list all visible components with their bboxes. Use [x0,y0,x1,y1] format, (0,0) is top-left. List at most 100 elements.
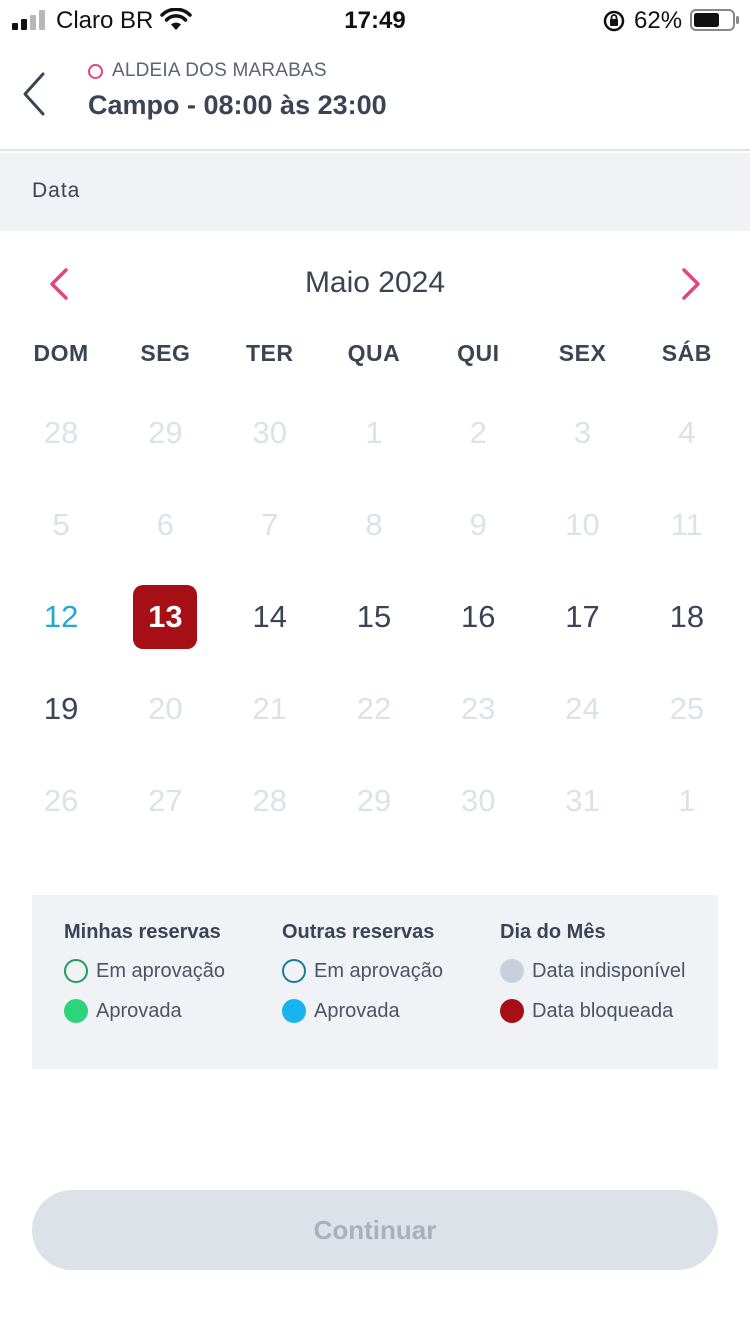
calendar-day: 10 [530,479,634,571]
calendar-week-row: 19 20 21 22 23 24 25 [9,663,739,755]
filled-circle-icon [500,959,524,983]
calendar-day-number: 5 [52,507,70,542]
calendar-day-number: 1 [678,783,696,818]
calendar-day[interactable]: 13 [113,571,217,663]
calendar-week-row: 26 27 28 29 30 31 1 [9,755,739,847]
calendar-day[interactable]: 16 [426,571,530,663]
calendar-grid: 28 29 30 1 2 3 4 5 6 7 8 9 10 11 12 13 14 15 16 17 18 19 20 21 2… [9,387,739,847]
calendar-day: 26 [9,755,113,847]
calendar-day-number: 28 [252,783,287,818]
calendar-day: 22 [322,663,426,755]
legend-item-label: Aprovada [96,999,182,1022]
calendar-day: 27 [113,755,217,847]
legend-title: Dia do Mês [500,921,606,943]
filled-circle-icon [500,999,524,1023]
next-month-icon[interactable] [676,266,706,302]
legend-item-unavailable: Data indisponível [500,951,685,991]
venue-row: ALDEIA DOS MARABAS [88,60,327,82]
calendar-day-number: 18 [669,599,705,634]
calendar-day[interactable]: 15 [322,571,426,663]
filled-circle-icon [64,999,88,1023]
calendar-day-number: 21 [252,691,287,726]
legend-item-label: Em aprovação [96,959,225,982]
calendar-week-row: 12 13 14 15 16 17 18 [9,571,739,663]
calendar-day-number: 9 [469,507,487,542]
outline-circle-icon [64,959,88,983]
calendar-day-number: 27 [148,783,183,818]
calendar-day-number: 3 [573,415,592,450]
calendar-day: 11 [635,479,739,571]
calendar-day: 29 [113,387,217,479]
legend-item-label: Data indisponível [532,959,686,982]
orientation-lock-icon [603,10,625,32]
calendar-day-number: 8 [365,507,383,542]
calendar-month-label: Maio 2024 [304,266,446,299]
calendar-day: 6 [113,479,217,571]
calendar-navigation: Maio 2024 [0,262,750,306]
date-section-header: Data [0,153,750,231]
calendar-day-number: 25 [669,691,705,726]
battery-percentage: 62% [634,7,683,34]
battery-icon [690,9,739,31]
weekday-header: DOM SEG TER QUA QUI SEX SÁB [9,340,739,367]
calendar-day: 30 [426,755,530,847]
calendar-day-number: 24 [565,691,600,726]
calendar-day: 20 [113,663,217,755]
legend-item-other-approved: Aprovada [282,991,443,1031]
calendar-day: 7 [218,479,322,571]
calendar-day: 4 [635,387,739,479]
status-bar: Claro BR 17:49 62% [0,0,750,40]
calendar-day-number: 31 [565,783,600,818]
calendar-day-number: 26 [43,783,79,818]
legend-item-label: Aprovada [314,999,400,1022]
calendar-day-number: 29 [148,415,183,450]
legend-item-blocked: Data bloqueada [500,991,685,1031]
legend-title: Minhas reservas [64,921,221,943]
calendar-day: 31 [530,755,634,847]
calendar-day-number: 30 [252,415,287,450]
calendar-day: 28 [218,755,322,847]
calendar-legend: Minhas reservas Em aprovação Aprovada Ou… [32,895,718,1069]
legend-item-my-pending: Em aprovação [64,951,225,991]
calendar-day-number: 10 [565,507,600,542]
calendar-day[interactable]: 14 [218,571,322,663]
calendar-day: 21 [218,663,322,755]
calendar-week-row: 28 29 30 1 2 3 4 [9,387,739,479]
calendar-day[interactable]: 17 [530,571,634,663]
legend-item-my-approved: Aprovada [64,991,225,1031]
calendar-day: 9 [426,479,530,571]
calendar-day-number: 13 [133,585,198,649]
legend-day-of-month: Dia do Mês Data indisponível Data bloque… [500,921,685,1031]
calendar-day[interactable]: 19 [9,663,113,755]
calendar-day-number: 15 [356,599,392,634]
filled-circle-icon [282,999,306,1023]
calendar-day-number: 23 [461,691,496,726]
continue-button[interactable]: Continuar [32,1190,718,1270]
calendar-day[interactable]: 12 [9,571,113,663]
outline-circle-icon [282,959,306,983]
calendar-day: 30 [218,387,322,479]
calendar-day: 24 [530,663,634,755]
legend-item-label: Em aprovação [314,959,443,982]
calendar-day: 28 [9,387,113,479]
calendar-day-number: 12 [43,599,79,634]
calendar-day: 5 [9,479,113,571]
calendar-day-number: 4 [678,415,696,450]
calendar-day-number: 14 [252,599,287,634]
legend-my-reservations: Minhas reservas Em aprovação Aprovada [64,921,225,1031]
weekday-label: DOM [33,340,89,366]
legend-other-reservations: Outras reservas Em aprovação Aprovada [282,921,443,1031]
weekday-label: TER [245,340,294,366]
calendar-day-number: 30 [461,783,496,818]
weekday-label: SEG [140,340,191,366]
calendar-day: 23 [426,663,530,755]
calendar-day[interactable]: 18 [635,571,739,663]
calendar-day-number: 7 [261,507,279,542]
calendar-day-number: 11 [670,507,703,542]
calendar-day-number: 6 [156,507,175,542]
calendar-day-number: 16 [461,599,496,634]
weekday-label: QUA [347,340,401,366]
back-arrow-icon[interactable] [16,68,56,120]
calendar-day: 1 [322,387,426,479]
legend-item-other-pending: Em aprovação [282,951,443,991]
